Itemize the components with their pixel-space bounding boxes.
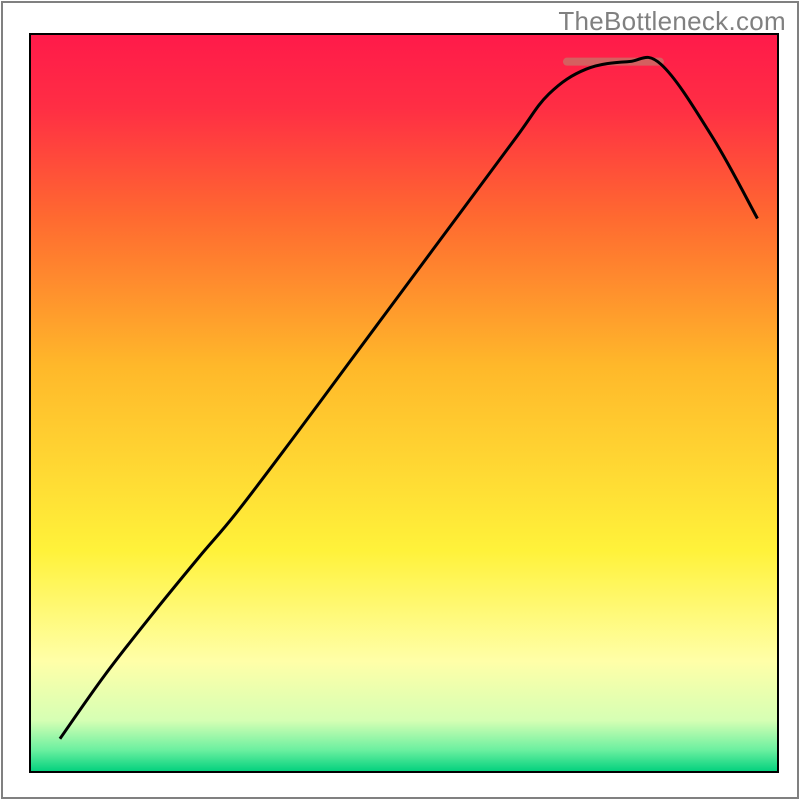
watermark-label: TheBottleneck.com xyxy=(558,6,786,37)
chart-stage: TheBottleneck.com xyxy=(0,0,800,800)
gradient-background xyxy=(30,34,778,772)
chart-svg xyxy=(0,0,800,800)
